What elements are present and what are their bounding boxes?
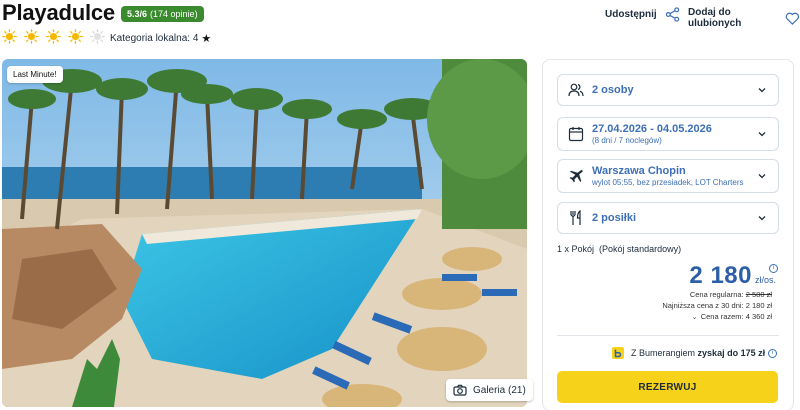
lowest-price-line: Najniższa cena z 30 dni: 2 180 zł <box>662 301 772 310</box>
divider <box>557 335 779 336</box>
persons-select[interactable]: 2 osoby <box>557 74 779 106</box>
persons-icon <box>568 83 584 97</box>
dates-select[interactable]: 27.04.2026 - 04.05.2026 (8 dni / 7 nocle… <box>557 117 779 151</box>
sun-icon <box>2 29 17 44</box>
info-icon[interactable]: i <box>769 264 778 273</box>
bumerang-icon <box>612 347 624 359</box>
chevron-down-icon <box>758 216 766 221</box>
favorite-button[interactable]: Dodaj do ulubionych <box>688 7 800 29</box>
info-icon[interactable]: i <box>768 349 777 358</box>
book-button[interactable]: REZERWUJ <box>557 371 778 403</box>
share-icon <box>665 7 679 22</box>
chevron-down-icon <box>758 88 766 93</box>
price-details: Cena regularna: 2 580 zł Najniższa cena … <box>662 289 772 322</box>
chevron-down-icon: ⌄ <box>691 312 698 321</box>
regular-price-label: Cena regularna: <box>689 290 744 299</box>
chevron-down-icon <box>758 132 766 137</box>
gallery-label: Galeria (21) <box>473 384 526 396</box>
total-price-value: Cena razem: 4 360 zł <box>700 312 772 321</box>
dates-text: 27.04.2026 - 04.05.2026 (8 dni / 7 nocle… <box>592 123 712 146</box>
hotel-name: Playadulce <box>2 0 115 25</box>
departure-select[interactable]: Warszawa Chopin wylot 05:55, bez przesia… <box>557 159 779 193</box>
share-label: Udostępnij <box>605 9 657 20</box>
total-price-line[interactable]: ⌄ Cena razem: 4 360 zł <box>662 311 772 322</box>
meals-text: 2 posiłki <box>592 212 636 225</box>
heart-icon <box>786 12 800 25</box>
regular-price-value: 2 580 zł <box>745 290 772 299</box>
departure-value: Warszawa Chopin <box>592 164 686 177</box>
favorite-label: Dodaj do ulubionych <box>688 7 742 29</box>
price-value: 2 180 <box>689 262 752 289</box>
sun-rating <box>2 29 105 44</box>
hotel-photo[interactable] <box>2 59 527 407</box>
sun-empty-icon <box>90 29 105 44</box>
local-category-label: Kategoria lokalna: 4 <box>110 33 199 44</box>
sun-icon <box>46 29 61 44</box>
flight-info: wylot 05:55, bez przesiadek, LOT Charter… <box>592 177 744 187</box>
share-button[interactable]: Udostępnij <box>605 7 680 22</box>
last-minute-badge: Last Minute! <box>7 66 63 83</box>
price-unit: zł/os. <box>754 275 776 285</box>
airplane-icon <box>569 169 583 183</box>
dates-value: 27.04.2026 - 04.05.2026 <box>592 122 712 135</box>
regular-price-line: Cena regularna: 2 580 zł <box>662 289 772 300</box>
price-display: 2 180 zł/os. <box>689 262 776 290</box>
rating-badge[interactable]: 5.3/6 (174 opinie) <box>121 6 204 22</box>
bumerang-text: Z Bumerangiem zyskaj do 175 zł <box>631 348 765 358</box>
departure-text: Warszawa Chopin wylot 05:55, bez przesia… <box>592 165 743 188</box>
star-icon: ★ <box>201 33 212 45</box>
duration-value: (8 dni / 7 noclegów) <box>592 135 662 145</box>
persons-value: 2 osoby <box>592 83 634 96</box>
camera-icon <box>453 384 467 396</box>
bumerang-prefix: Z Bumerangiem <box>631 348 696 358</box>
meals-value: 2 posiłki <box>592 211 637 224</box>
room-type: (Pokój standardowy) <box>599 244 682 254</box>
gallery-button[interactable]: Galeria (21) <box>446 379 533 401</box>
chevron-down-icon <box>758 174 766 179</box>
meals-select[interactable]: 2 posiłki <box>557 202 779 234</box>
room-count: 1 x Pokój <box>557 244 595 254</box>
pool-photo-image <box>2 59 527 407</box>
bumerang-promo[interactable]: Z Bumerangiem zyskaj do 175 zł <box>612 347 765 359</box>
calendar-icon <box>568 127 584 142</box>
review-count: (174 opinie) <box>150 9 198 19</box>
cutlery-icon <box>570 210 581 225</box>
sun-icon <box>24 29 39 44</box>
local-category: Kategoria lokalna: 4 ★ <box>110 32 211 45</box>
rating-score: 5.3/6 <box>127 9 148 19</box>
bumerang-amount: zyskaj do 175 zł <box>697 348 766 358</box>
room-info: 1 x Pokój (Pokój standardowy) <box>557 244 681 254</box>
persons-text: 2 osoby <box>592 84 634 97</box>
sun-icon <box>68 29 83 44</box>
